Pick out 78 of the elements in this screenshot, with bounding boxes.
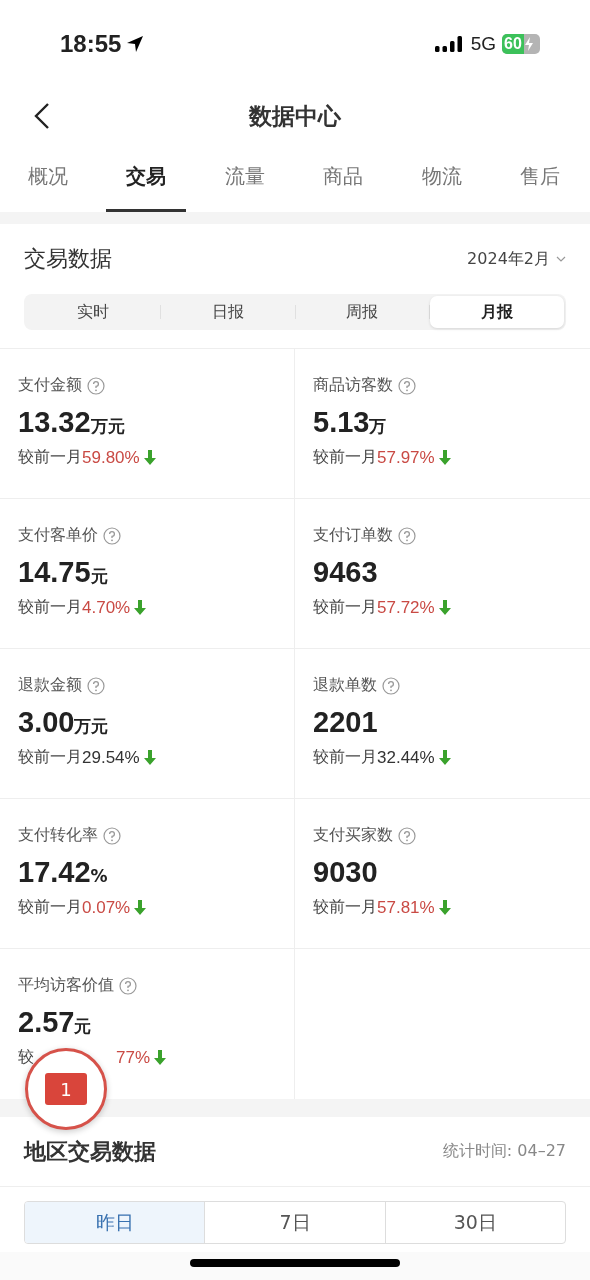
change-percent: 0.07% <box>82 897 131 918</box>
metric-label: 退款单数 <box>313 675 377 696</box>
comparison-label: 较前一月 <box>18 447 82 468</box>
change-percent: 57.72% <box>377 597 435 618</box>
down-arrow-icon <box>133 900 148 915</box>
down-arrow-icon <box>133 600 148 615</box>
metric-value: 9463 <box>313 556 379 589</box>
metric-label: 商品访客数 <box>313 375 393 396</box>
metric-label: 支付金额 <box>18 375 82 396</box>
message-count: 1 <box>45 1073 87 1105</box>
stat-time: 统计时间: 04–27 <box>442 1141 566 1162</box>
tab[interactable]: 商品 <box>303 144 384 212</box>
metric-value: 14.75元 <box>18 556 109 589</box>
range-tab[interactable]: 30日 <box>384 1202 565 1243</box>
metric-label: 平均访客价值 <box>18 975 114 996</box>
down-arrow-icon <box>437 900 452 915</box>
comparison-label: 较前一月 <box>313 897 377 918</box>
help-icon[interactable] <box>382 676 400 695</box>
tab[interactable]: 概况 <box>8 144 88 212</box>
metric-value: 5.13万 <box>313 406 388 439</box>
caret-icon <box>556 256 566 262</box>
down-arrow-icon <box>437 600 452 615</box>
metric-value: 3.00万元 <box>18 706 110 739</box>
battery-icon: 60 <box>502 34 540 54</box>
down-arrow-icon <box>153 1050 168 1065</box>
help-icon[interactable] <box>103 526 121 545</box>
metric-value: 2201 <box>313 706 379 739</box>
location-arrow-icon <box>125 34 146 54</box>
signal-icon <box>434 34 465 54</box>
metric-label: 支付转化率 <box>18 825 98 846</box>
metric-label: 支付订单数 <box>313 525 393 546</box>
metric-label: 支付买家数 <box>313 825 393 846</box>
change-percent: 4.70% <box>82 597 131 618</box>
back-icon[interactable] <box>34 102 50 130</box>
page-title: 数据中心 <box>249 101 341 131</box>
down-arrow-icon <box>142 450 157 465</box>
tab[interactable]: 流量 <box>204 144 285 212</box>
metric-value: 9030 <box>313 856 379 889</box>
metric-label: 退款金额 <box>18 675 82 696</box>
metric-value: 2.57元 <box>18 1006 93 1039</box>
comparison-label: 较前一月 <box>313 747 377 768</box>
range-tab[interactable]: 7日 <box>204 1202 385 1243</box>
down-arrow-icon <box>437 750 452 765</box>
tab[interactable]: 物流 <box>401 144 482 212</box>
help-icon[interactable] <box>103 826 121 845</box>
clock-time: 18:55 <box>60 30 122 58</box>
change-percent: 57.97% <box>377 447 435 468</box>
metric-value: 17.42% <box>18 856 109 889</box>
metric-value: 13.32万元 <box>18 406 126 439</box>
help-icon[interactable] <box>398 526 416 545</box>
down-arrow-icon <box>437 450 452 465</box>
change-percent: 32.44% <box>377 747 435 768</box>
comparison-label: 较前一月 <box>18 897 82 918</box>
metric-label: 支付客单价 <box>18 525 98 546</box>
help-icon[interactable] <box>398 376 416 395</box>
help-icon[interactable] <box>398 826 416 845</box>
comparison-label: 较前一月 <box>18 597 82 618</box>
change-percent: 57.81% <box>377 897 435 918</box>
change-percent: 29.54% <box>82 747 140 768</box>
change-percent: 77% <box>116 1047 151 1068</box>
segment-tab[interactable]: 周报 <box>295 296 430 328</box>
segment-tab[interactable]: 实时 <box>26 296 160 328</box>
tab[interactable]: 售后 <box>499 144 580 212</box>
comparison-label: 较前一月 <box>313 447 377 468</box>
network-label: 5G <box>470 33 496 55</box>
comparison-label: 较前一月 <box>18 747 82 768</box>
range-tab[interactable]: 昨日 <box>25 1202 205 1243</box>
period-dropdown[interactable]: 2024年2月 <box>467 248 566 270</box>
section-title: 地区交易数据 <box>24 1137 156 1166</box>
help-icon[interactable] <box>87 676 105 695</box>
change-percent: 59.80% <box>82 447 140 468</box>
help-icon[interactable] <box>87 376 105 395</box>
segment-tab[interactable]: 日报 <box>160 296 295 328</box>
comparison-label: 较前一月 <box>313 597 377 618</box>
down-arrow-icon <box>142 750 157 765</box>
segment-tab[interactable]: 月报 <box>430 296 564 328</box>
help-icon[interactable] <box>119 976 137 995</box>
section-title: 交易数据 <box>24 245 112 273</box>
